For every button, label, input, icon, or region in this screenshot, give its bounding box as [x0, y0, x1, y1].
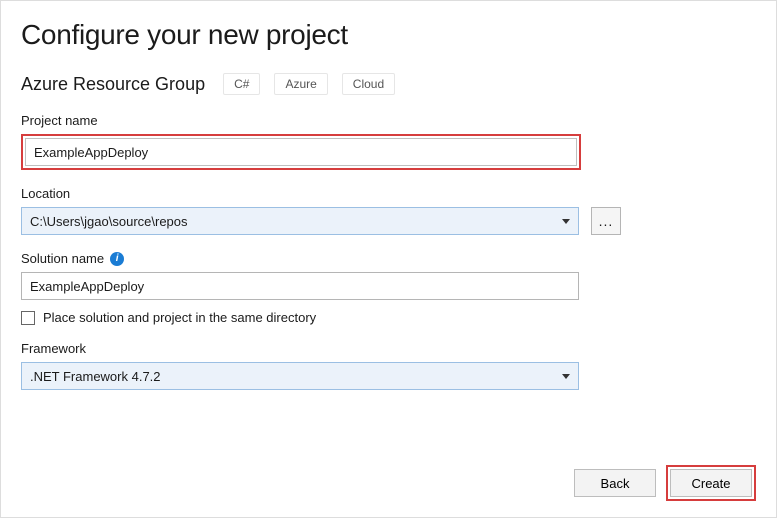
project-name-label: Project name — [21, 113, 756, 128]
chevron-down-icon — [562, 374, 570, 379]
page-title: Configure your new project — [21, 19, 756, 51]
solution-name-input[interactable] — [21, 272, 579, 300]
chevron-down-icon — [562, 219, 570, 224]
back-button[interactable]: Back — [574, 469, 656, 497]
highlight-create-button: Create — [666, 465, 756, 501]
tag-cloud: Cloud — [342, 73, 395, 95]
same-directory-label: Place solution and project in the same d… — [43, 310, 316, 325]
create-button[interactable]: Create — [670, 469, 752, 497]
template-tags: C# Azure Cloud — [223, 73, 395, 95]
location-value: C:\Users\jgao\source\repos — [30, 214, 188, 229]
info-icon[interactable]: i — [110, 252, 124, 266]
tag-csharp: C# — [223, 73, 260, 95]
project-name-input[interactable] — [25, 138, 577, 166]
template-name: Azure Resource Group — [21, 74, 205, 95]
location-dropdown[interactable]: C:\Users\jgao\source\repos — [21, 207, 579, 235]
browse-location-button[interactable]: ... — [591, 207, 621, 235]
framework-dropdown[interactable]: .NET Framework 4.7.2 — [21, 362, 579, 390]
solution-name-label-text: Solution name — [21, 251, 104, 266]
solution-name-label: Solution name i — [21, 251, 756, 266]
framework-value: .NET Framework 4.7.2 — [30, 369, 161, 384]
tag-azure: Azure — [274, 73, 327, 95]
framework-label: Framework — [21, 341, 756, 356]
highlight-project-name — [21, 134, 581, 170]
location-label: Location — [21, 186, 756, 201]
same-directory-checkbox[interactable] — [21, 311, 35, 325]
